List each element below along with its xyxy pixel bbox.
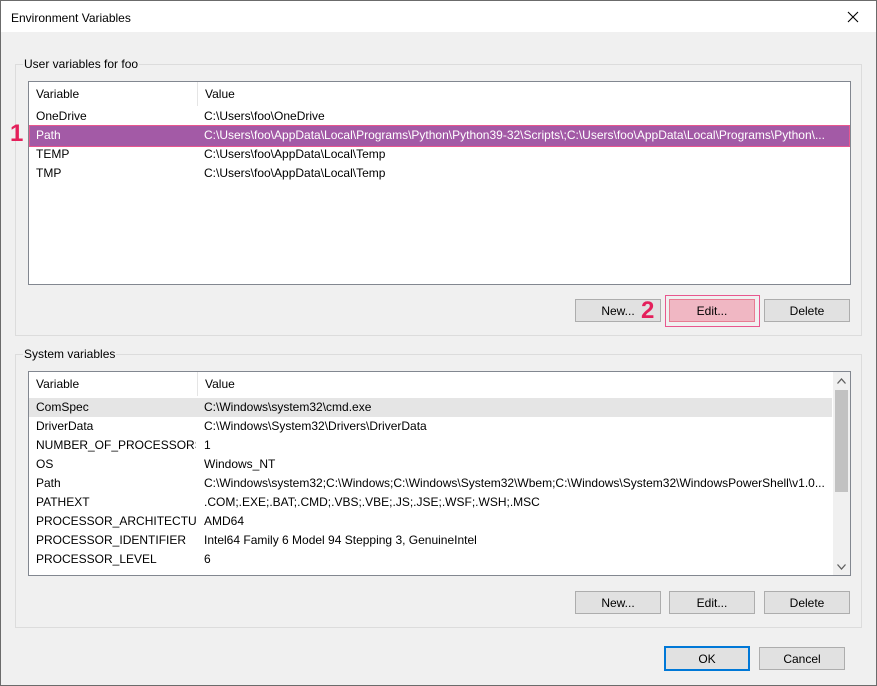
- title-bar: Environment Variables: [1, 1, 876, 32]
- system-delete-button[interactable]: Delete: [764, 591, 850, 614]
- variable-value: 1: [204, 438, 211, 452]
- list-item[interactable]: TMP C:\Users\foo\AppData\Local\Temp: [29, 164, 850, 183]
- variable-value: AMD64: [204, 514, 245, 528]
- variable-name: PROCESSOR_ARCHITECTURE: [36, 514, 196, 528]
- environment-variables-dialog: Environment Variables User variables for…: [0, 0, 877, 686]
- list-item[interactable]: NUMBER_OF_PROCESSORS 1: [29, 436, 832, 455]
- list-item[interactable]: PROCESSOR_IDENTIFIER Intel64 Family 6 Mo…: [29, 531, 832, 550]
- system-variables-label: System variables: [23, 347, 117, 361]
- variable-value: C:\Users\foo\OneDrive: [204, 109, 325, 123]
- chevron-up-icon: [837, 377, 846, 384]
- close-button[interactable]: [830, 1, 876, 32]
- variable-value: Intel64 Family 6 Model 94 Stepping 3, Ge…: [204, 533, 477, 547]
- user-edit-button[interactable]: Edit...: [669, 299, 755, 322]
- variable-value: 6: [204, 552, 211, 566]
- list-header: Variable Value: [29, 82, 850, 106]
- list-item[interactable]: DriverData C:\Windows\System32\Drivers\D…: [29, 417, 832, 436]
- column-header-value[interactable]: Value: [198, 372, 833, 396]
- variable-name: Path: [36, 476, 61, 490]
- scroll-thumb[interactable]: [835, 390, 848, 492]
- list-item[interactable]: OneDrive C:\Users\foo\OneDrive: [29, 107, 850, 126]
- window-title: Environment Variables: [11, 11, 131, 25]
- list-item[interactable]: ComSpec C:\Windows\system32\cmd.exe: [29, 398, 832, 417]
- ok-button[interactable]: OK: [664, 646, 750, 671]
- annotation-marker-1: 1: [10, 120, 24, 147]
- variable-value: C:\Windows\system32\cmd.exe: [204, 400, 372, 414]
- variable-value: C:\Windows\System32\Drivers\DriverData: [204, 419, 427, 433]
- column-header-value[interactable]: Value: [198, 82, 850, 106]
- variable-name: DriverData: [36, 419, 94, 433]
- system-variables-list[interactable]: Variable Value ComSpec C:\Windows\system…: [28, 371, 851, 576]
- list-item[interactable]: Path C:\Windows\system32;C:\Windows;C:\W…: [29, 474, 832, 493]
- scroll-down-button[interactable]: [833, 558, 850, 575]
- user-variables-list[interactable]: Variable Value OneDrive C:\Users\foo\One…: [28, 81, 851, 285]
- variable-name: OS: [36, 457, 54, 471]
- variable-name: TMP: [36, 166, 62, 180]
- list-item-selected[interactable]: Path C:\Users\foo\AppData\Local\Programs…: [29, 125, 850, 147]
- list-item[interactable]: PROCESSOR_LEVEL 6: [29, 550, 832, 569]
- cancel-button[interactable]: Cancel: [759, 647, 845, 670]
- user-variables-label: User variables for foo: [23, 57, 140, 71]
- list-header: Variable Value: [29, 372, 833, 396]
- annotation-marker-2: 2: [641, 297, 655, 324]
- variable-value: Windows_NT: [204, 457, 276, 471]
- list-item[interactable]: TEMP C:\Users\foo\AppData\Local\Temp: [29, 145, 850, 164]
- column-header-variable[interactable]: Variable: [29, 82, 198, 106]
- scroll-up-button[interactable]: [833, 372, 850, 389]
- variable-name: OneDrive: [36, 109, 87, 123]
- variable-name: PROCESSOR_LEVEL: [36, 552, 157, 566]
- system-edit-button[interactable]: Edit...: [669, 591, 755, 614]
- variable-name: NUMBER_OF_PROCESSORS: [36, 438, 196, 452]
- variable-name: PATHEXT: [36, 495, 90, 509]
- chevron-down-icon: [837, 563, 846, 570]
- close-icon: [847, 11, 859, 22]
- variable-value: C:\Users\foo\AppData\Local\Programs\Pyth…: [204, 128, 825, 142]
- variable-value: C:\Windows\system32;C:\Windows;C:\Window…: [204, 476, 825, 490]
- variable-value: C:\Users\foo\AppData\Local\Temp: [204, 147, 386, 161]
- vertical-scrollbar[interactable]: [833, 372, 850, 575]
- column-header-variable[interactable]: Variable: [29, 372, 198, 396]
- variable-value: C:\Users\foo\AppData\Local\Temp: [204, 166, 386, 180]
- variable-value: .COM;.EXE;.BAT;.CMD;.VBS;.VBE;.JS;.JSE;.…: [204, 495, 540, 509]
- list-item[interactable]: OS Windows_NT: [29, 455, 832, 474]
- user-delete-button[interactable]: Delete: [764, 299, 850, 322]
- variable-name: PROCESSOR_IDENTIFIER: [36, 533, 187, 547]
- variable-name: ComSpec: [36, 400, 89, 414]
- system-new-button[interactable]: New...: [575, 591, 661, 614]
- list-item[interactable]: PROCESSOR_ARCHITECTURE AMD64: [29, 512, 832, 531]
- variable-name: TEMP: [36, 147, 70, 161]
- list-item[interactable]: PATHEXT .COM;.EXE;.BAT;.CMD;.VBS;.VBE;.J…: [29, 493, 832, 512]
- variable-name: Path: [36, 128, 61, 142]
